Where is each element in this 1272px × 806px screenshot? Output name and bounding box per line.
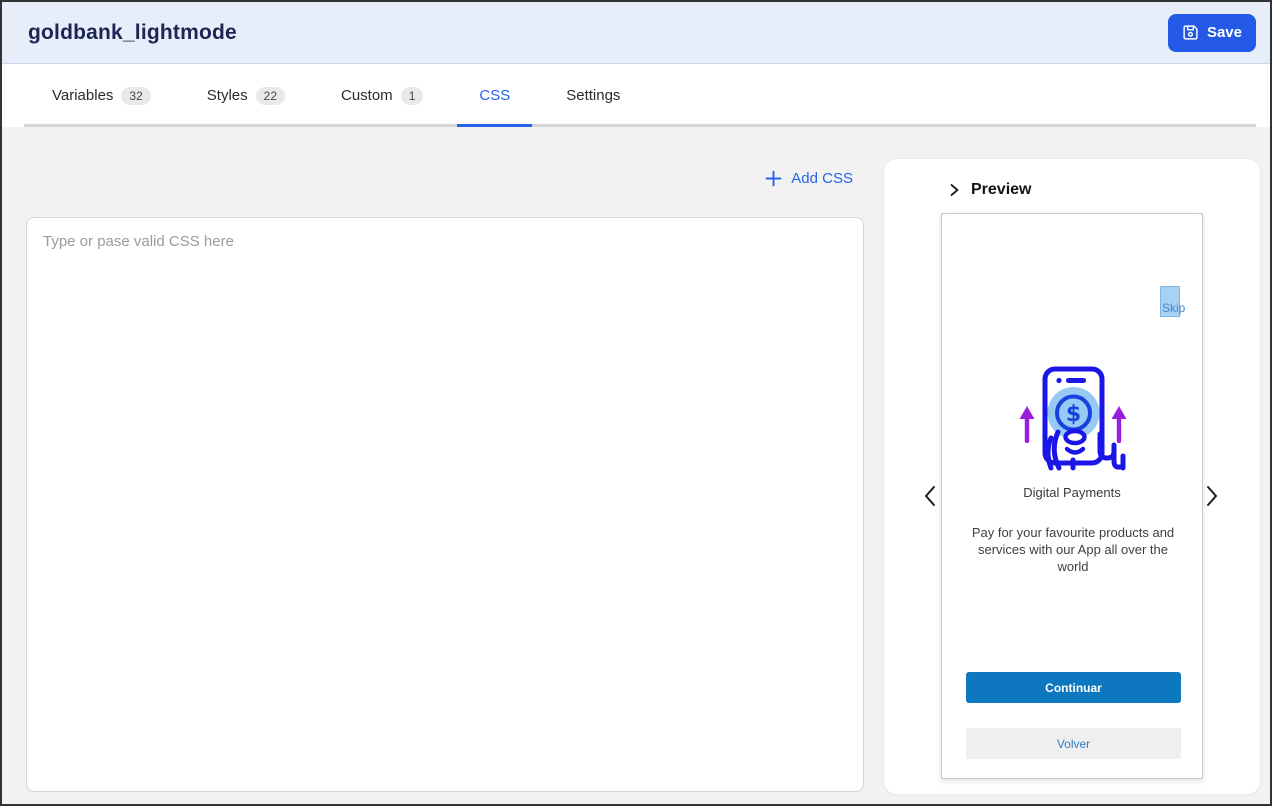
tab-custom[interactable]: Custom 1: [341, 64, 423, 127]
continue-button[interactable]: Continuar: [966, 672, 1181, 703]
chevron-right-icon: [948, 183, 961, 197]
tab-bar: Variables 32 Styles 22 Custom 1 CSS Sett…: [2, 64, 1270, 127]
theme-editor-window: goldbank_lightmode Save Variables 32 Sty…: [0, 0, 1272, 806]
carousel-previous-button[interactable]: [922, 484, 938, 508]
tab-badge: 1: [401, 87, 424, 105]
preview-panel: Preview Skip: [883, 158, 1261, 795]
add-css-button[interactable]: Add CSS: [2, 165, 864, 191]
tab-label: Styles: [207, 87, 248, 104]
back-button[interactable]: Volver: [966, 728, 1181, 759]
save-button[interactable]: Save: [1168, 14, 1256, 52]
svg-text:$: $: [1066, 402, 1081, 427]
floppy-disk-icon: [1182, 24, 1199, 41]
tab-label: CSS: [479, 87, 510, 104]
tab-badge: 22: [256, 87, 285, 105]
header-bar: goldbank_lightmode Save: [2, 2, 1270, 64]
skip-link[interactable]: Skip: [1160, 286, 1194, 320]
preview-header[interactable]: Preview: [948, 181, 1031, 199]
save-button-label: Save: [1207, 24, 1242, 41]
preview-title: Preview: [971, 181, 1031, 199]
skip-label: Skip: [1162, 301, 1185, 315]
slide-description: Pay for your favourite products and serv…: [970, 524, 1176, 575]
plus-icon: [765, 170, 782, 187]
tab-label: Custom: [341, 87, 393, 104]
tab-variables[interactable]: Variables 32: [52, 64, 151, 127]
tab-label: Settings: [566, 87, 620, 104]
slide-heading: Digital Payments: [942, 485, 1202, 500]
add-css-label: Add CSS: [791, 170, 853, 187]
carousel-next-button[interactable]: [1204, 484, 1220, 508]
tab-settings[interactable]: Settings: [566, 64, 620, 127]
preview-phone-card: Skip: [941, 213, 1203, 779]
css-editor-input[interactable]: [26, 217, 864, 792]
tab-styles[interactable]: Styles 22: [207, 64, 285, 127]
tab-css[interactable]: CSS: [479, 64, 510, 127]
tab-label: Variables: [52, 87, 113, 104]
digital-payments-illustration-icon: $: [1013, 364, 1133, 472]
page-title: goldbank_lightmode: [28, 21, 237, 45]
tab-badge: 32: [121, 87, 150, 105]
